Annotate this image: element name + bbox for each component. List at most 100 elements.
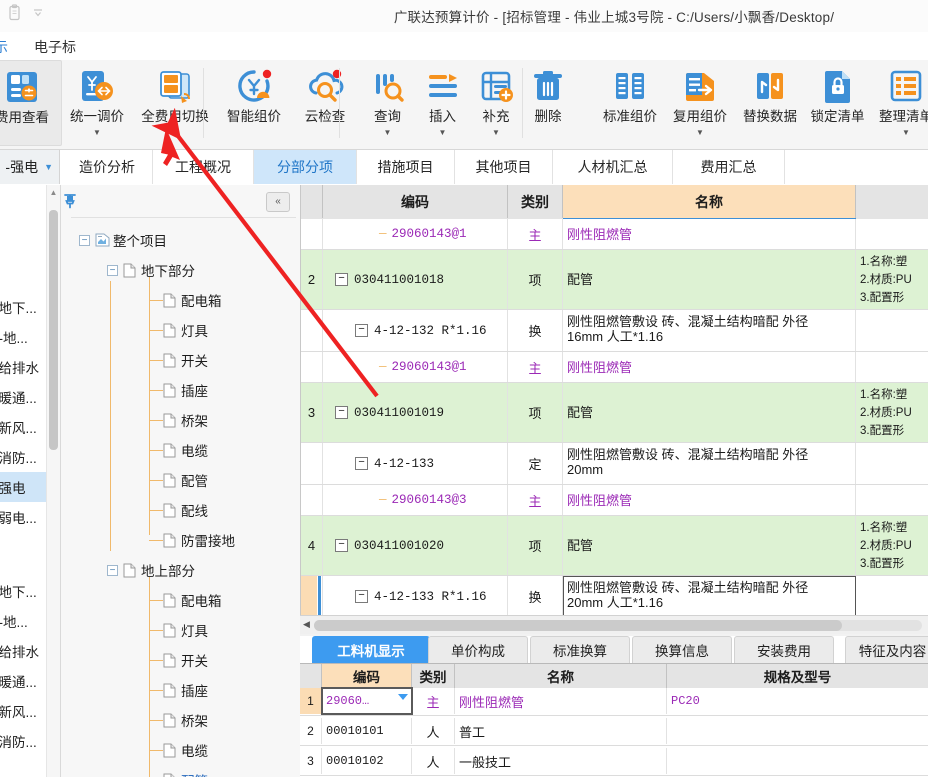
menu-item-electronic-bid[interactable]: 电子标 xyxy=(34,37,76,57)
cell-code[interactable]: 00010102 xyxy=(322,748,412,774)
tree-expander-icon[interactable]: − xyxy=(107,564,118,576)
scrollbar-track[interactable] xyxy=(314,620,922,631)
cell-name[interactable]: 一般技工 xyxy=(455,748,667,774)
cell-spec[interactable]: PC20 xyxy=(667,688,928,714)
row-expander-icon[interactable]: − xyxy=(355,590,368,603)
tree-node-6[interactable]: 桥架 xyxy=(149,405,208,435)
grid-horizontal-scrollbar[interactable]: ◀ xyxy=(300,615,928,634)
scrollbar-thumb[interactable] xyxy=(314,620,842,631)
cell-code[interactable]: — 29060143@1 xyxy=(323,352,508,382)
cell-name[interactable]: 刚性阻燃管敷设 砖、混凝土结构暗配 外径 20mm xyxy=(563,443,856,484)
cell-feature[interactable]: 1.名称:塑 2.材质:PU 3.配置形 xyxy=(856,250,928,309)
ribbon-button-delete[interactable]: 删除 xyxy=(522,60,574,146)
cell-code[interactable]: — 29060143@1 xyxy=(323,219,508,249)
scrollbar-thumb[interactable] xyxy=(49,210,58,450)
cell-code[interactable]: 29060… xyxy=(321,687,413,715)
table-row[interactable]: — 29060143@1 主刚性阻燃管 xyxy=(301,352,928,383)
chevron-down-icon[interactable]: ▼ xyxy=(439,129,447,137)
detail-header-index[interactable] xyxy=(300,664,322,688)
cell-feature[interactable] xyxy=(856,485,928,515)
cell-spec[interactable] xyxy=(667,748,928,774)
detail-header-code[interactable]: 编码 xyxy=(322,664,412,688)
tab-6[interactable]: 费用汇总 xyxy=(673,150,785,184)
detail-tab-1[interactable]: 单价构成 xyxy=(428,636,528,663)
tree-node-17[interactable]: 电缆 xyxy=(149,735,208,765)
cell-code[interactable]: −4-12-133 xyxy=(323,443,508,484)
cell-feature[interactable] xyxy=(856,576,928,615)
ribbon-button-cloud-check[interactable]: 云检查 xyxy=(290,60,360,146)
table-row[interactable]: 2 00010101 人普工 xyxy=(300,718,928,746)
table-row[interactable]: — 29060143@3 主刚性阻燃管 xyxy=(301,485,928,516)
tab-3[interactable]: 措施项目 xyxy=(357,150,455,184)
cell-name[interactable]: 刚性阻燃管 xyxy=(455,688,667,714)
tree-node-15[interactable]: 插座 xyxy=(149,675,208,705)
tree-node-5[interactable]: 插座 xyxy=(149,375,208,405)
ribbon-button-organize-list[interactable]: 整理清单 ▼ xyxy=(870,60,928,146)
table-row[interactable]: −4-12-132 R*1.16 换刚性阻燃管敷设 砖、混凝土结构暗配 外径 16m… xyxy=(301,310,928,352)
ribbon-button-query[interactable]: 查询 ▼ xyxy=(360,60,415,146)
cell-feature[interactable] xyxy=(856,443,928,484)
tree-node-14[interactable]: 开关 xyxy=(149,645,208,675)
tree-node-18[interactable]: 配管 xyxy=(149,765,208,777)
row-expander-icon[interactable]: − xyxy=(335,539,348,552)
cell-code[interactable]: −030411001019 xyxy=(323,383,508,442)
chevron-down-icon[interactable]: ▼ xyxy=(902,129,910,137)
cell-feature[interactable]: 1.名称:塑 2.材质:PU 3.配置形 xyxy=(856,383,928,442)
grid-header-index[interactable] xyxy=(301,185,323,218)
cell-spec[interactable] xyxy=(667,718,928,744)
tree-node-10[interactable]: 防雷接地 xyxy=(149,525,235,555)
cell-feature[interactable] xyxy=(856,310,928,351)
detail-header-name[interactable]: 名称 xyxy=(455,664,667,688)
tab-4[interactable]: 其他项目 xyxy=(455,150,553,184)
project-list-scrollbar[interactable]: ▲ xyxy=(46,185,60,777)
dropdown-arrow-icon[interactable] xyxy=(398,694,408,700)
cell-code[interactable]: −030411001018 xyxy=(323,250,508,309)
ribbon-button-unified-price[interactable]: 统一调价 ▼ xyxy=(62,60,132,146)
chevron-down-icon[interactable]: ▼ xyxy=(492,129,500,137)
row-expander-icon[interactable]: − xyxy=(355,457,368,470)
row-expander-icon[interactable]: − xyxy=(335,406,348,419)
detail-tab-4[interactable]: 安装费用 xyxy=(734,636,834,663)
ribbon-button-standard-price[interactable]: 标准组价 xyxy=(595,60,665,146)
table-row[interactable]: −4-12-133 定刚性阻燃管敷设 砖、混凝土结构暗配 外径 20mm xyxy=(301,443,928,485)
tree-node-16[interactable]: 桥架 xyxy=(149,705,208,735)
detail-header-kind[interactable]: 类别 xyxy=(412,664,455,688)
grid-header-feature[interactable] xyxy=(856,185,928,218)
table-row[interactable]: 1 29060… 主刚性阻燃管 PC20 xyxy=(300,687,928,716)
tree-node-9[interactable]: 配线 xyxy=(149,495,208,525)
cell-code[interactable]: −4-12-133 R*1.16 xyxy=(323,576,508,615)
cell-code[interactable]: — 29060143@3 xyxy=(323,485,508,515)
cell-code[interactable]: −030411001020 xyxy=(323,516,508,575)
cell-name[interactable]: 普工 xyxy=(455,718,667,744)
cell-code[interactable]: −4-12-132 R*1.16 xyxy=(323,310,508,351)
chevron-down-icon[interactable]: ▼ xyxy=(696,129,704,137)
detail-tab-2[interactable]: 标准换算 xyxy=(530,636,630,663)
tree-node-7[interactable]: 电缆 xyxy=(149,435,208,465)
tree-node-3[interactable]: 灯具 xyxy=(149,315,208,345)
cell-name[interactable]: 刚性阻燃管 xyxy=(563,219,856,249)
tree-expander-icon[interactable]: − xyxy=(107,264,118,276)
cell-name[interactable]: 刚性阻燃管 xyxy=(563,485,856,515)
cell-name[interactable]: 刚性阻燃管敷设 砖、混凝土结构暗配 外径 16mm 人工*1.16 xyxy=(563,310,856,351)
table-row[interactable]: 4−030411001020 项配管 1.名称:塑 2.材质:PU 3.配置形 xyxy=(301,516,928,576)
tree-node-1[interactable]: − 地下部分 xyxy=(107,255,195,285)
cell-name[interactable]: 配管 xyxy=(563,516,856,575)
scroll-left-icon[interactable]: ◀ xyxy=(303,619,310,630)
table-row[interactable]: 3−030411001019 项配管 1.名称:塑 2.材质:PU 3.配置形 xyxy=(301,383,928,443)
cell-feature[interactable]: 1.名称:塑 2.材质:PU 3.配置形 xyxy=(856,516,928,575)
row-expander-icon[interactable]: − xyxy=(335,273,348,286)
chevron-down-icon[interactable]: ▼ xyxy=(93,129,101,137)
pin-icon[interactable] xyxy=(60,191,80,211)
detail-tab-3[interactable]: 换算信息 xyxy=(632,636,732,663)
tab-5[interactable]: 人材机汇总 xyxy=(553,150,673,184)
cell-name[interactable]: 配管 xyxy=(563,383,856,442)
detail-header-spec[interactable]: 规格及型号 xyxy=(667,664,928,688)
cell-name[interactable]: 刚性阻燃管敷设 砖、混凝土结构暗配 外径 20mm 人工*1.16 xyxy=(563,576,856,615)
table-row[interactable]: 3 00010102 人一般技工 xyxy=(300,748,928,776)
ribbon-button-insert[interactable]: 插入 ▼ xyxy=(415,60,470,146)
tree-node-12[interactable]: 配电箱 xyxy=(149,585,222,615)
detail-tab-0[interactable]: 工料机显示 xyxy=(312,636,430,663)
cell-name[interactable]: 配管 xyxy=(563,250,856,309)
ribbon-button-reuse-price[interactable]: 复用组价 ▼ xyxy=(665,60,735,146)
menu-item-cut[interactable]: 示 xyxy=(0,37,8,57)
